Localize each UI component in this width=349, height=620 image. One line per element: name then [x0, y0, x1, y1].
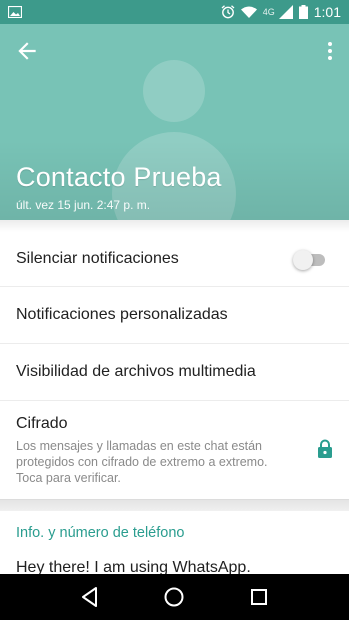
signal-icon: [278, 5, 293, 19]
last-seen: últ. vez 15 jun. 2:47 p. m.: [16, 198, 151, 212]
section-divider: [0, 499, 349, 511]
back-triangle-icon[interactable]: [78, 585, 102, 609]
status-right: 4G 1:01: [221, 4, 341, 20]
contact-name: Contacto Prueba: [16, 162, 222, 192]
status-time: 1:01: [313, 4, 341, 20]
mute-notifications-row[interactable]: Silenciar notificaciones: [0, 232, 349, 287]
encryption-title: Cifrado: [16, 415, 68, 432]
wifi-icon: [240, 6, 257, 18]
alarm-icon: [221, 5, 235, 19]
divider-shadow: [0, 220, 349, 232]
overflow-menu-icon[interactable]: [325, 38, 335, 64]
settings-content: Silenciar notificaciones Notificaciones …: [0, 220, 349, 577]
media-visibility-label: Visibilidad de archivos multimedia: [16, 363, 256, 380]
custom-notifications-label: Notificaciones personalizadas: [16, 306, 228, 323]
info-section-title: Info. y número de teléfono: [16, 525, 185, 541]
lock-icon: [318, 439, 332, 458]
info-section: Info. y número de teléfono Hey there! I …: [0, 511, 349, 577]
media-visibility-row[interactable]: Visibilidad de archivos multimedia: [0, 344, 349, 401]
status-left: [8, 6, 22, 18]
encryption-description: Los mensajes y llamadas en este chat est…: [16, 439, 268, 485]
encryption-row[interactable]: Cifrado Los mensajes y llamadas en este …: [0, 401, 349, 499]
custom-notifications-row[interactable]: Notificaciones personalizadas: [0, 287, 349, 344]
back-arrow-icon[interactable]: [14, 38, 40, 64]
image-icon: [8, 6, 22, 18]
mute-notifications-label: Silenciar notificaciones: [16, 250, 179, 267]
toggle-thumb: [293, 250, 313, 270]
avatar-placeholder-head: [143, 60, 205, 122]
recents-square-icon[interactable]: [247, 585, 271, 609]
contact-header: Contacto Prueba últ. vez 15 jun. 2:47 p.…: [0, 24, 349, 220]
network-type: 4G: [262, 7, 275, 17]
battery-icon: [298, 5, 308, 19]
home-circle-icon[interactable]: [162, 585, 186, 609]
status-bar: 4G 1:01: [0, 0, 349, 24]
mute-toggle[interactable]: [293, 250, 327, 270]
navigation-bar: [0, 574, 349, 620]
